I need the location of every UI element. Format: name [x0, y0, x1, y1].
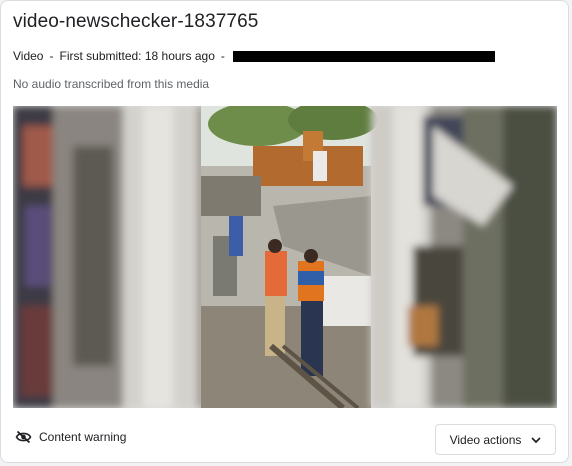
- content-warning-toggle[interactable]: Content warning: [15, 430, 126, 444]
- center-scene: [201, 106, 378, 408]
- right-blurred-panel: [371, 106, 557, 408]
- meta-separator-2: -: [220, 49, 225, 63]
- video-actions-label: Video actions: [449, 432, 522, 447]
- redacted-source: [232, 50, 495, 62]
- video-actions-button[interactable]: Video actions: [435, 424, 556, 455]
- submitted-time: First submitted: 18 hours ago: [59, 49, 215, 63]
- meta-separator: -: [49, 49, 54, 63]
- video-still: [13, 106, 557, 408]
- chevron-down-icon: [531, 433, 542, 447]
- video-frame[interactable]: [13, 106, 557, 408]
- eye-off-icon: [15, 430, 32, 444]
- transcript-note: No audio transcribed from this media: [13, 77, 210, 91]
- media-card: video-newschecker-1837765 Video - First …: [0, 0, 569, 463]
- media-type-label: Video: [13, 49, 44, 63]
- content-warning-label: Content warning: [39, 430, 127, 444]
- media-meta-line: Video - First submitted: 18 hours ago -: [13, 49, 495, 63]
- left-blurred-panel: [13, 106, 203, 408]
- media-title: video-newschecker-1837765: [13, 11, 259, 32]
